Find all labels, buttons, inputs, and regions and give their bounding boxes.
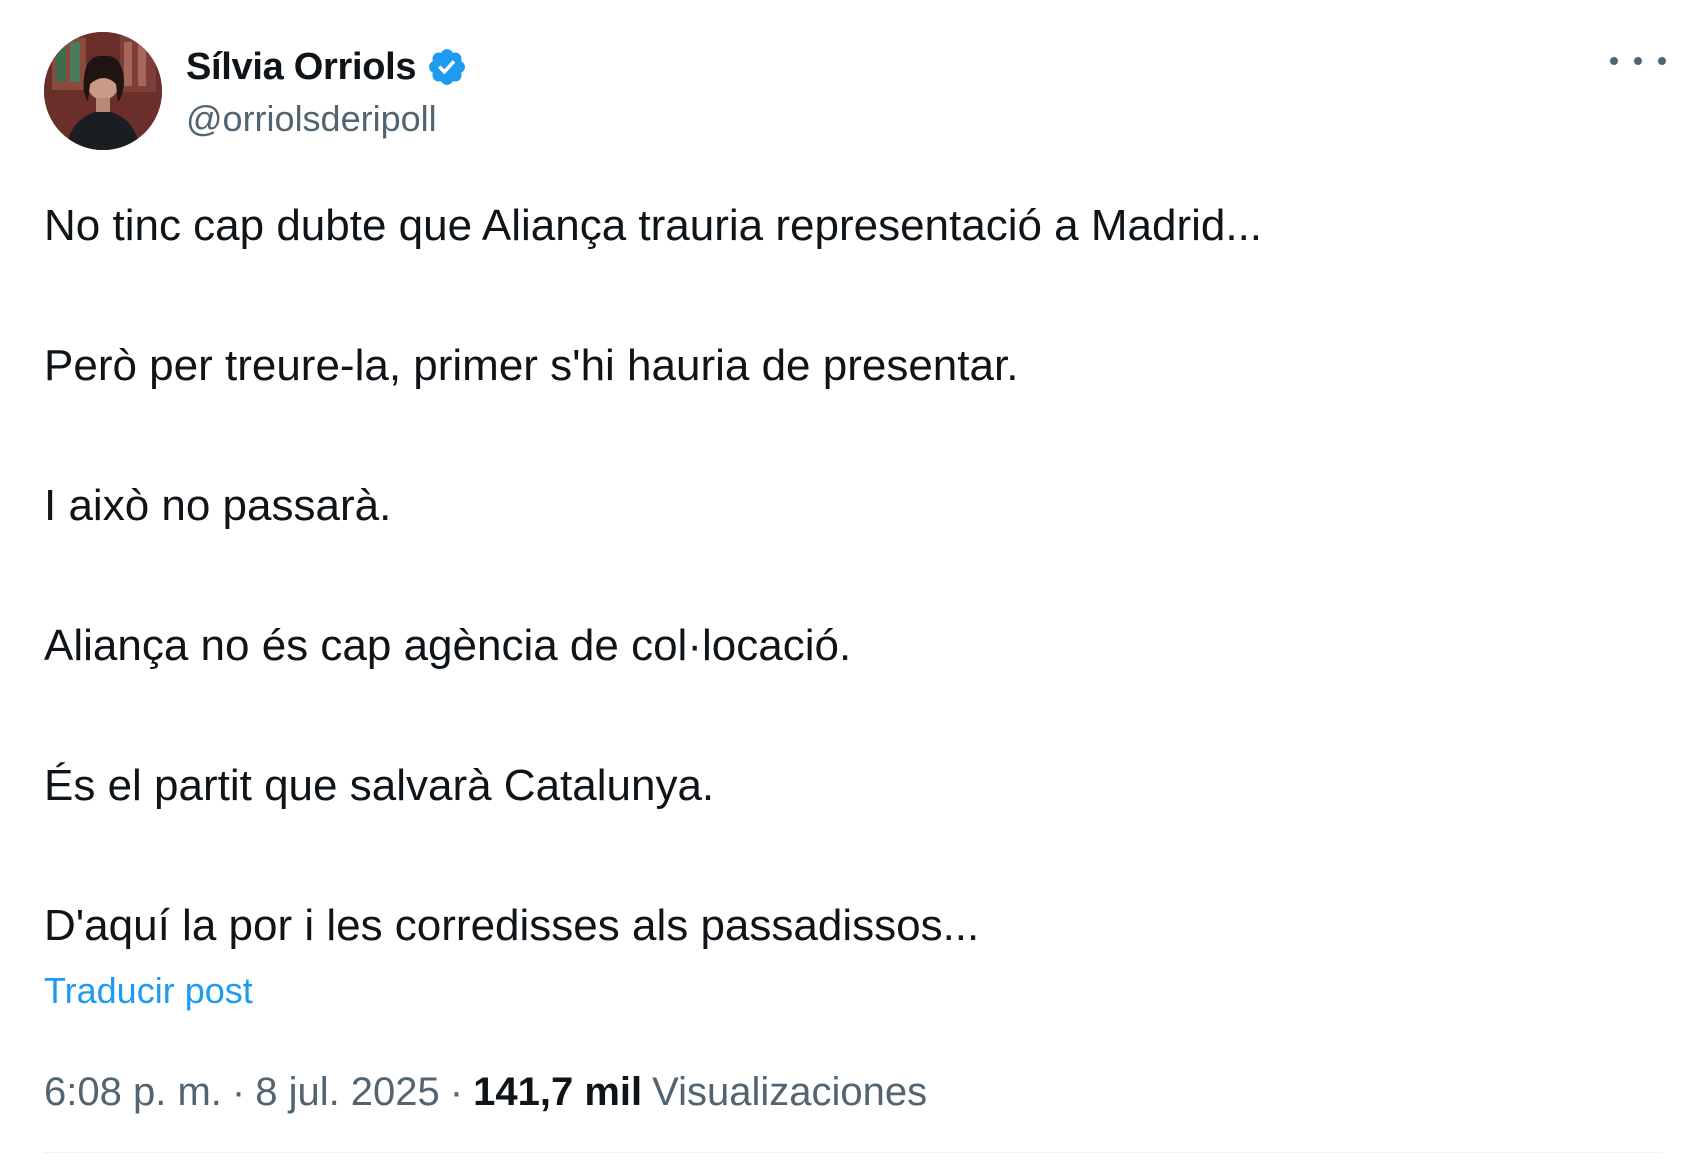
avatar[interactable] (44, 32, 162, 150)
more-options-icon[interactable] (1610, 46, 1666, 76)
display-name[interactable]: Sílvia Orriols (186, 46, 417, 89)
post-time[interactable]: 6:08 p. m. (44, 1070, 222, 1115)
views-count[interactable]: 141,7 mil (473, 1070, 642, 1115)
post-paragraph: I això no passarà. (44, 481, 392, 530)
author-names: Sílvia Orriols @orriolsderipoll (186, 42, 468, 140)
post-date[interactable]: 8 jul. 2025 (255, 1070, 440, 1115)
post-header: Sílvia Orriols @orriolsderipoll (44, 32, 468, 150)
meta-separator: · (231, 1070, 246, 1114)
display-name-row: Sílvia Orriols (186, 42, 468, 92)
views-label[interactable]: Visualizaciones (652, 1070, 927, 1115)
post-paragraph: D'aquí la por i les corredisses als pass… (44, 901, 980, 950)
post-paragraph: És el partit que salvarà Catalunya. (44, 761, 715, 810)
post-paragraph: Aliança no és cap agència de col·locació… (44, 621, 852, 670)
meta-separator: · (449, 1070, 464, 1114)
author-handle[interactable]: @orriolsderipoll (186, 98, 468, 140)
avatar-image (44, 32, 162, 150)
verified-badge-icon[interactable] (426, 46, 468, 88)
more-dot (1634, 57, 1642, 65)
post-container: Sílvia Orriols @orriolsderipoll No tinc … (0, 0, 1706, 1164)
translate-post-link[interactable]: Traducir post (44, 970, 253, 1012)
post-paragraph: Però per treure-la, primer s'hi hauria d… (44, 341, 1019, 390)
post-meta: 6:08 p. m. · 8 jul. 2025 · 141,7 mil Vis… (44, 1070, 927, 1115)
divider (44, 1152, 1662, 1153)
post-text: No tinc cap dubte que Aliança trauria re… (44, 196, 1644, 956)
more-dot (1658, 57, 1666, 65)
post-paragraph: No tinc cap dubte que Aliança trauria re… (44, 201, 1263, 250)
more-dot (1610, 57, 1618, 65)
